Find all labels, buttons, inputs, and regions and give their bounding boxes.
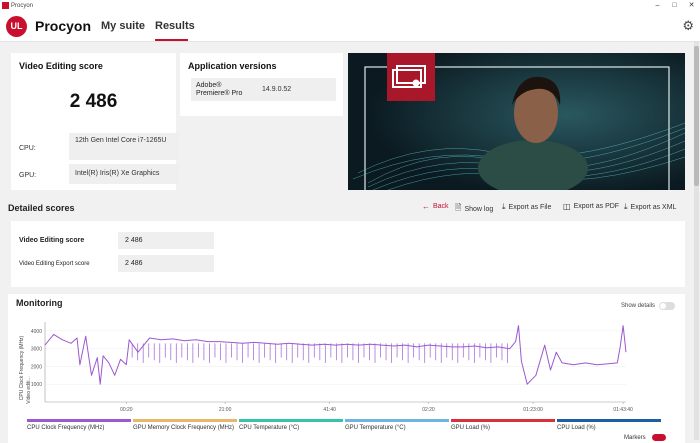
export-pdf-label: Export as PDF [573, 203, 620, 210]
detail-label-video-editing: Video Editing score [19, 237, 85, 244]
app-icon [2, 2, 9, 9]
window-titlebar: Procyon – □ ✕ [0, 0, 700, 11]
window-controls: – □ ✕ [649, 0, 700, 11]
download-icon: ⤓ [624, 202, 628, 211]
y-tick-label: 4000 [31, 329, 42, 335]
legend-item[interactable]: CPU Clock Frequency (MHz) [27, 419, 131, 431]
legend-item[interactable]: GPU Temperature (°C) [345, 419, 449, 431]
detail-value-export: 2 486 [118, 255, 214, 272]
legend-label: CPU Temperature (°C) [239, 425, 300, 431]
legend-item[interactable]: GPU Memory Clock Frequency (MHz) [133, 419, 237, 431]
window-title: Procyon [11, 2, 34, 9]
markers-toggle[interactable] [652, 434, 666, 441]
gpu-value: Intel(R) Iris(R) Xe Graphics [69, 164, 179, 184]
legend-color-swatch [451, 419, 555, 422]
detail-label-export: Video Editing Export score [19, 261, 90, 267]
x-tick-label: 41:40 [323, 407, 336, 413]
y-tick-label: 3000 [31, 347, 42, 353]
minimize-icon[interactable]: – [649, 0, 666, 11]
scrollbar-thumb[interactable] [694, 46, 699, 186]
legend-color-swatch [27, 419, 131, 422]
y-tick-label: 2000 [31, 364, 42, 370]
app-name: Adobe® Premiere® Pro [196, 82, 243, 97]
document-icon: 🗎 [455, 203, 462, 212]
maximize-icon[interactable]: □ [666, 0, 683, 11]
back-label: Back [433, 203, 449, 210]
cpu-value: 12th Gen Intel Core i7-1265U [69, 133, 179, 160]
ul-logo: UL [6, 16, 27, 37]
legend-item[interactable]: GPU Load (%) [451, 419, 555, 431]
monitoring-chart: CPU Clock Frequency (MHz) Video editi... 4… [19, 322, 633, 413]
legend-item[interactable]: CPU Load (%) [557, 419, 661, 431]
y-axis-label: CPU Clock Frequency (MHz) [19, 335, 25, 400]
nav-results[interactable]: Results [155, 20, 195, 32]
app-header: UL Procyon My suite Results ⚙ [0, 11, 700, 42]
show-details-label: Show details [621, 303, 656, 309]
overall-score: 2 486 [69, 91, 118, 112]
brand-name: Procyon [35, 18, 92, 34]
export-xml-label: Export as XML [630, 203, 677, 211]
gpu-label: GPU: [19, 172, 37, 179]
score-card: Video Editing score 2 486 CPU: 12th Gen … [11, 53, 179, 190]
score-card-title: Video Editing score [19, 61, 103, 71]
legend-item[interactable]: CPU Temperature (°C) [239, 419, 343, 431]
detailed-scores-title: Detailed scores [8, 203, 75, 213]
x-tick-label: 01:43:40 [613, 407, 633, 413]
x-tick-label: 01:23:00 [523, 407, 543, 413]
download-icon: ⤓ [502, 202, 506, 211]
monitoring-title: Monitoring [16, 298, 63, 308]
cpu-label: CPU: [19, 145, 36, 152]
y-axis-secondary-label: Video editi... [26, 376, 32, 403]
back-arrow-icon: ← [422, 202, 430, 211]
gear-icon[interactable]: ⚙ [682, 18, 694, 34]
detail-value-video-editing: 2 486 [118, 232, 214, 249]
legend-label: CPU Clock Frequency (MHz) [27, 425, 105, 431]
detailed-scores-card [11, 221, 685, 287]
show-details-toggle[interactable] [659, 302, 675, 310]
close-icon[interactable]: ✕ [683, 0, 700, 11]
video-editing-icon [392, 65, 426, 88]
x-tick-label: 02:20 [422, 407, 435, 413]
legend-color-swatch [557, 419, 661, 422]
app-versions-title: Application versions [188, 61, 277, 71]
nav-my-suite[interactable]: My suite [101, 20, 145, 32]
y-tick-label: 1000 [31, 382, 42, 388]
export-pdf-button[interactable]: ◫ Export as PDF [563, 202, 619, 211]
save-icon: ◫ [563, 202, 571, 211]
export-file-label: Export as File [508, 203, 552, 211]
x-tick-label: 21:00 [219, 407, 232, 413]
legend-label: GPU Memory Clock Frequency (MHz) [133, 425, 235, 431]
app-version: 14.9.0.52 [262, 86, 292, 93]
legend-label: CPU Load (%) [557, 425, 596, 431]
show-log-label: Show log [464, 205, 494, 213]
markers-label: Markers [624, 435, 646, 441]
active-tab-indicator [155, 39, 188, 41]
x-tick-label: 00:20 [120, 407, 133, 413]
video-editing-badge [387, 53, 435, 101]
legend-color-swatch [133, 419, 237, 422]
hero-image [348, 53, 685, 190]
legend-label: GPU Temperature (°C) [345, 425, 406, 431]
back-button[interactable]: ← Back [422, 202, 449, 211]
show-log-button[interactable]: 🗎 Show log [455, 202, 493, 216]
legend-label: GPU Load (%) [451, 425, 491, 431]
export-file-button[interactable]: ⤓ Export as File [502, 202, 551, 212]
export-xml-button[interactable]: ⤓ Export as XML [624, 202, 676, 212]
legend-color-swatch [345, 419, 449, 422]
legend-color-swatch [239, 419, 343, 422]
